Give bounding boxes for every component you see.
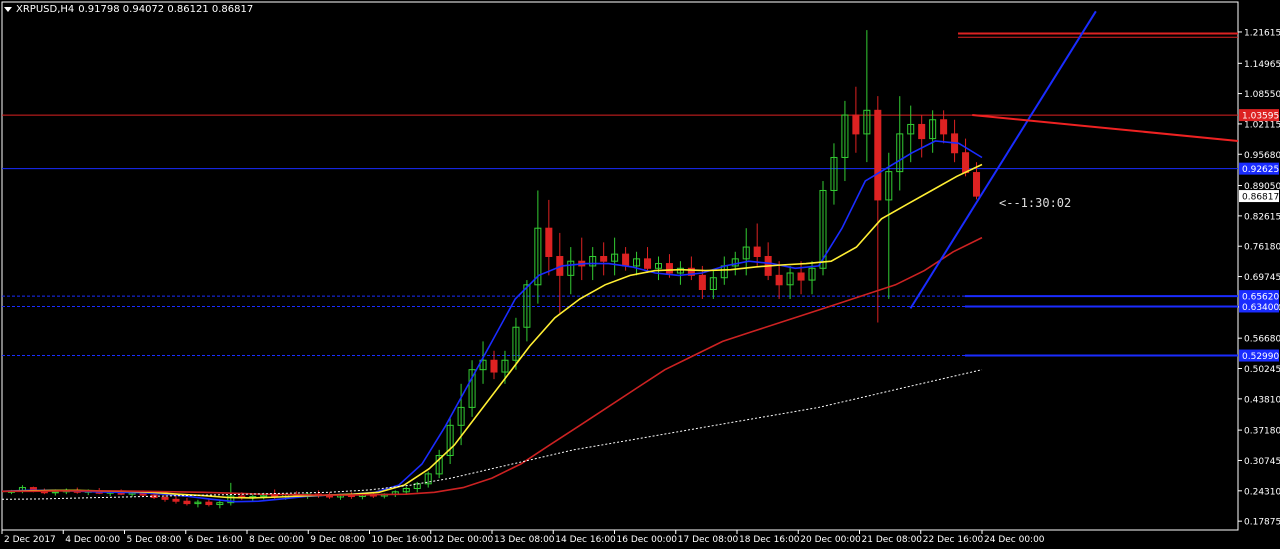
y-tick-label: 0.30745	[1244, 457, 1280, 467]
candle-body	[205, 501, 213, 506]
x-tick-label: 8 Dec 00:00	[249, 535, 304, 545]
y-tick-label: 0.82615	[1244, 212, 1280, 222]
y-tick-label: 1.14965	[1244, 60, 1280, 70]
candle-body	[490, 359, 498, 373]
candle-body	[962, 152, 970, 174]
price-label-text: 1.03595	[1242, 112, 1279, 122]
candle-body	[622, 253, 630, 267]
y-tick-label: 0.43810	[1244, 395, 1280, 405]
x-tick-label: 22 Dec 16:00	[923, 535, 984, 545]
trend-line-rising	[909, 10, 1097, 309]
x-tick-label: 4 Dec 00:00	[65, 535, 120, 545]
y-tick-label: 0.50245	[1244, 365, 1280, 375]
candle-body	[161, 496, 169, 500]
candle-body	[940, 119, 948, 135]
candle-body	[753, 246, 761, 257]
y-tick-label: 0.17875	[1244, 518, 1280, 528]
x-tick-label: 21 Dec 08:00	[862, 535, 923, 545]
x-tick-label: 10 Dec 16:00	[372, 535, 433, 545]
y-tick-label: 0.76180	[1244, 243, 1280, 253]
moving-average-1	[1, 163, 983, 499]
y-tick-label: 1.08550	[1244, 90, 1280, 100]
x-tick-label: 16 Dec 00:00	[617, 535, 678, 545]
x-tick-label: 24 Dec 00:00	[984, 535, 1045, 545]
candle-body	[172, 498, 180, 502]
x-tick-label: 2 Dec 2017	[4, 535, 56, 545]
price-chart[interactable]: 1.216151.149651.085501.021150.956800.890…	[0, 0, 1280, 549]
moving-average-0	[1, 140, 983, 503]
y-tick-label: 1.21615	[1244, 28, 1280, 38]
y-tick-label: 1.02115	[1244, 120, 1280, 130]
dropdown-arrow-icon[interactable]	[4, 6, 12, 12]
symbol-timeframe: XRPUSD,H4	[16, 3, 75, 15]
x-tick-label: 12 Dec 00:00	[433, 535, 494, 545]
chart-header: XRPUSD,H4 0.91798 0.94072 0.86121 0.8681…	[4, 2, 253, 16]
price-label-text: 0.63400	[1242, 303, 1279, 313]
x-tick-label: 14 Dec 16:00	[555, 535, 616, 545]
candle-body	[874, 109, 882, 201]
y-tick-label: 0.95680	[1244, 151, 1280, 161]
candle-body	[51, 491, 59, 494]
trend-line-falling	[972, 114, 1239, 142]
x-tick-label: 6 Dec 16:00	[188, 535, 243, 545]
x-tick-label: 20 Dec 00:00	[800, 535, 861, 545]
x-tick-label: 17 Dec 08:00	[678, 535, 739, 545]
moving-average-3	[1, 369, 983, 500]
candle-body	[852, 114, 860, 135]
y-tick-label: 0.24310	[1244, 487, 1280, 497]
x-tick-label: 13 Dec 08:00	[494, 535, 555, 545]
y-tick-label: 0.69745	[1244, 273, 1280, 283]
candle-body	[973, 172, 981, 197]
current-price-label: 0.86817	[1242, 193, 1279, 203]
ohlc-values: 0.91798 0.94072 0.86121 0.86817	[78, 3, 254, 15]
price-label-text: 0.92625	[1242, 165, 1279, 175]
candle-body	[665, 263, 673, 274]
candle-body	[775, 274, 783, 286]
y-tick-label: 0.37180	[1244, 427, 1280, 437]
candle-body	[183, 500, 191, 505]
x-tick-label: 18 Dec 16:00	[739, 535, 800, 545]
x-tick-label: 5 Dec 08:00	[127, 535, 182, 545]
candle-body	[545, 227, 553, 257]
bar-countdown: <--1:30:02	[999, 196, 1072, 210]
candle-body	[698, 274, 706, 291]
candle-body	[797, 272, 805, 281]
candle-body	[600, 255, 608, 262]
x-tick-label: 9 Dec 08:00	[310, 535, 365, 545]
candle-body	[644, 258, 652, 269]
chart-window[interactable]: 1.21615 1.14965 1.08550 1.02115 0.95680 0.890…	[0, 0, 1280, 549]
candle-body	[918, 123, 926, 140]
price-label-text: 0.52990	[1242, 352, 1279, 362]
y-tick-label: 0.56680	[1244, 335, 1280, 345]
